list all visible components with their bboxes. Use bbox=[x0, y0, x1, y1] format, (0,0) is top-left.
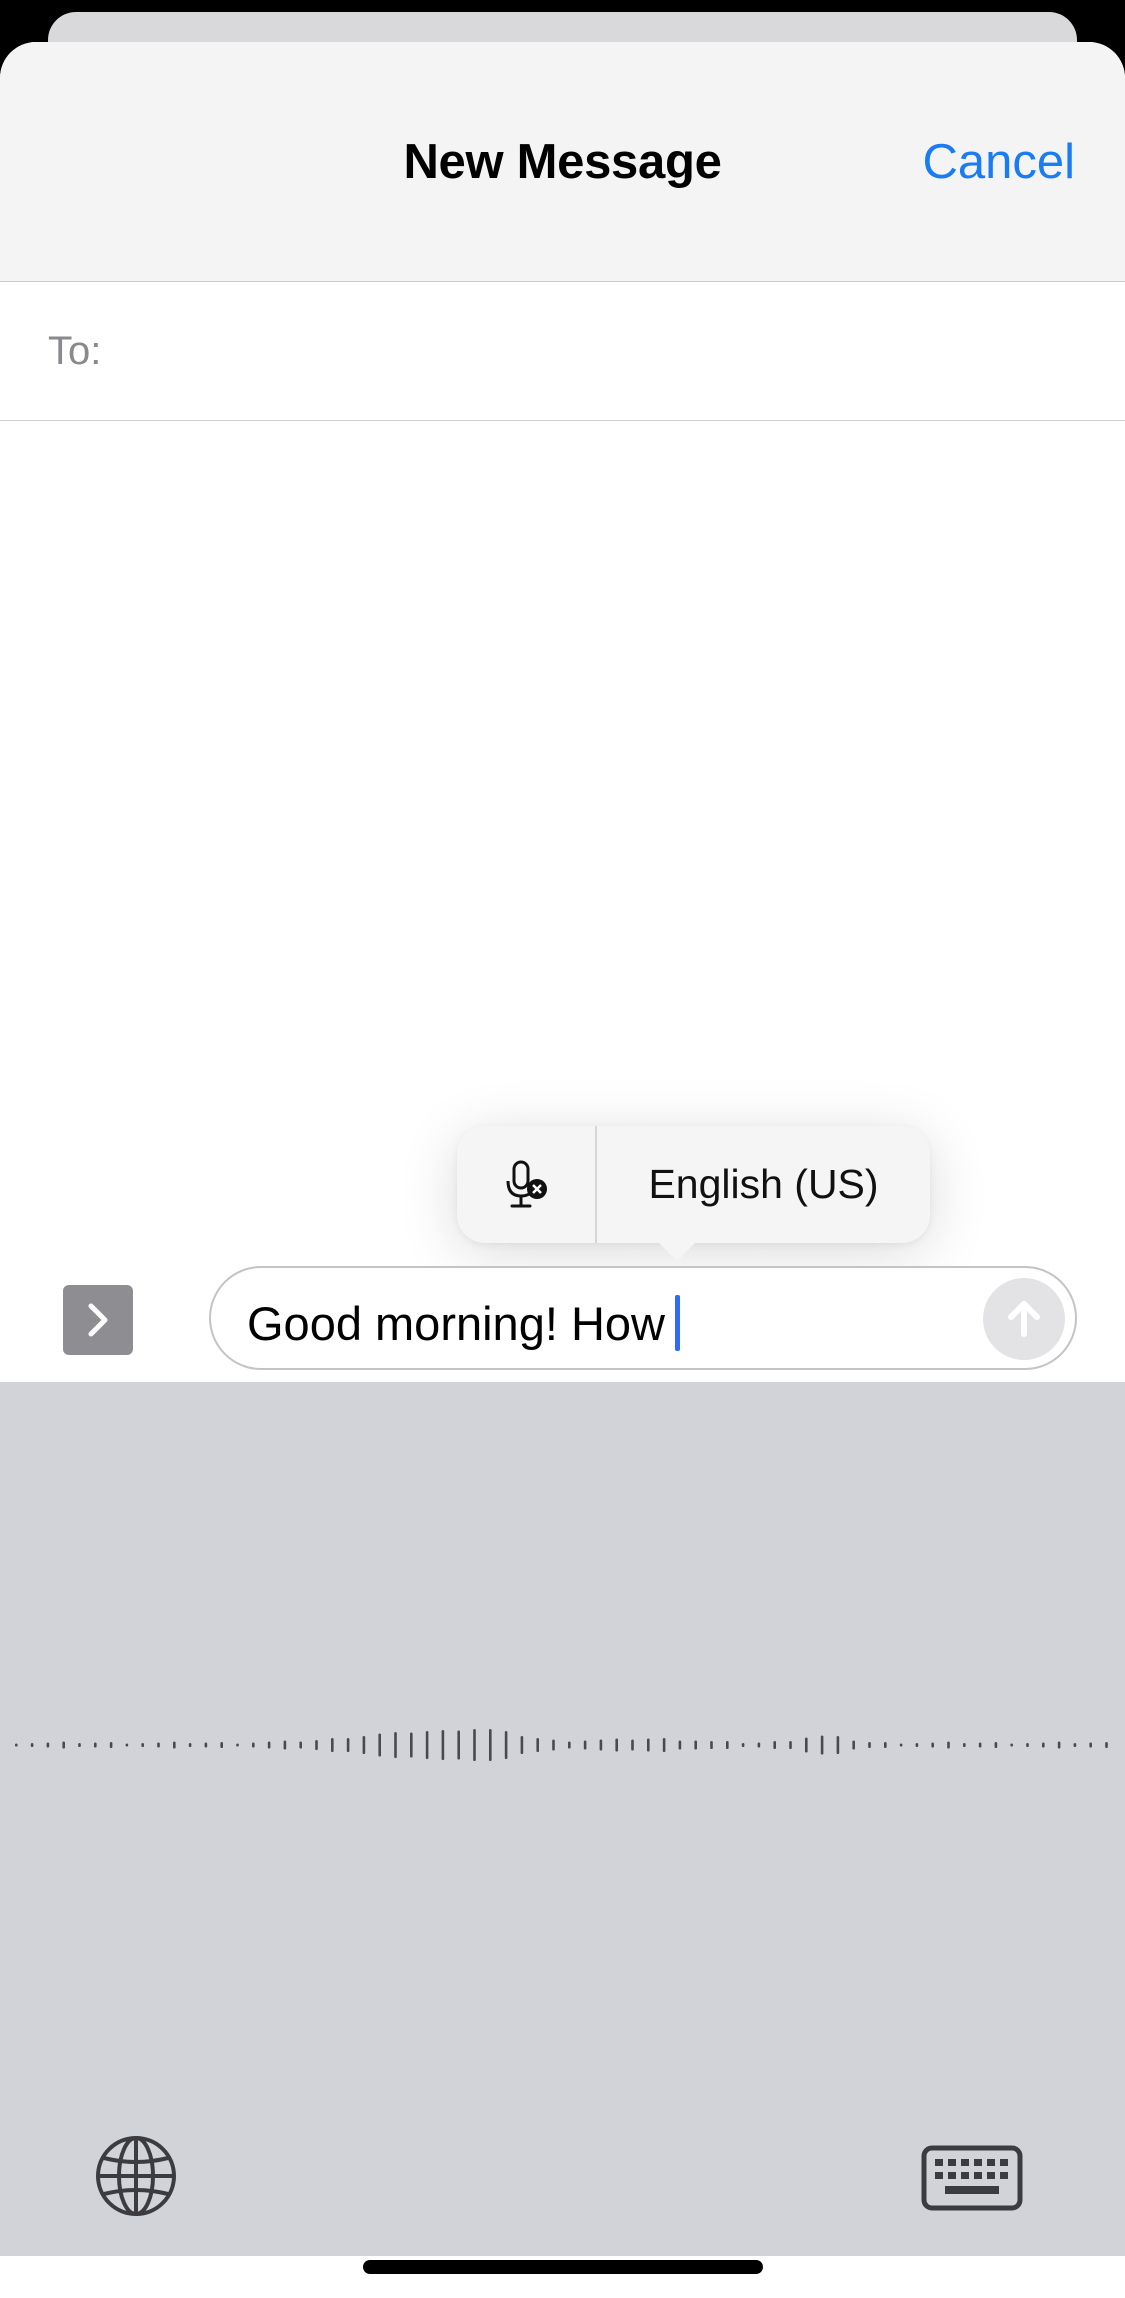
waveform-bar bbox=[1010, 1743, 1013, 1747]
waveform-bar bbox=[773, 1741, 776, 1749]
waveform-bar bbox=[963, 1743, 966, 1747]
message-input[interactable]: Good morning! How bbox=[209, 1266, 1077, 1370]
waveform-bar bbox=[78, 1743, 81, 1747]
waveform-bar bbox=[1105, 1742, 1108, 1748]
waveform-bar bbox=[473, 1729, 476, 1761]
to-label: To: bbox=[48, 329, 102, 373]
waveform-bar bbox=[678, 1740, 682, 1750]
waveform-bar bbox=[868, 1742, 871, 1748]
waveform-bar bbox=[852, 1740, 855, 1750]
home-indicator bbox=[363, 2260, 763, 2274]
waveform-bar bbox=[552, 1739, 555, 1751]
waveform-bar bbox=[741, 1743, 745, 1747]
waveform-bar bbox=[378, 1733, 381, 1757]
waveform-bar bbox=[425, 1731, 429, 1759]
waveform-bar bbox=[267, 1741, 271, 1749]
popup-pointer bbox=[655, 1239, 699, 1261]
waveform-bar bbox=[504, 1731, 508, 1759]
waveform-bar bbox=[662, 1738, 666, 1752]
waveform-bar bbox=[631, 1739, 634, 1751]
send-button[interactable] bbox=[983, 1278, 1065, 1360]
waveform-bar bbox=[978, 1742, 982, 1748]
keyboard-icon bbox=[921, 2145, 1023, 2211]
waveform-bar bbox=[520, 1736, 524, 1754]
expand-apps-button[interactable] bbox=[63, 1285, 133, 1355]
waveform-bar bbox=[173, 1741, 176, 1749]
waveform-bar bbox=[30, 1743, 34, 1747]
waveform-bar bbox=[1042, 1742, 1045, 1748]
dictation-keyboard bbox=[0, 1382, 1125, 2256]
dictation-language-button[interactable]: English (US) bbox=[597, 1126, 930, 1243]
waveform-bar bbox=[141, 1743, 144, 1747]
waveform-bar bbox=[188, 1743, 192, 1747]
waveform-bar bbox=[1089, 1742, 1092, 1748]
mic-slash-icon bbox=[506, 1160, 547, 1207]
waveform-bar bbox=[489, 1729, 492, 1761]
waveform-bar bbox=[394, 1732, 397, 1758]
waveform-bar bbox=[94, 1742, 97, 1748]
waveform-bar bbox=[647, 1738, 650, 1752]
waveform-bar bbox=[46, 1742, 50, 1748]
waveform-bar bbox=[62, 1741, 65, 1749]
stop-dictation-button[interactable] bbox=[457, 1126, 595, 1243]
waveform-bar bbox=[757, 1742, 761, 1748]
waveform-bar bbox=[583, 1740, 587, 1750]
navigation-bar: New Message Cancel bbox=[0, 42, 1125, 282]
waveform-bar bbox=[157, 1742, 160, 1748]
waveform-bar bbox=[299, 1741, 302, 1749]
chevron-right-icon bbox=[88, 1303, 108, 1337]
waveform-bar bbox=[789, 1741, 792, 1749]
recipient-row[interactable]: To: bbox=[0, 283, 1125, 421]
waveform-bar bbox=[315, 1740, 318, 1750]
waveform-bar bbox=[536, 1738, 539, 1752]
waveform-bar bbox=[252, 1742, 255, 1748]
waveform-bar bbox=[899, 1743, 903, 1747]
audio-waveform bbox=[15, 1729, 1108, 1761]
waveform-bar bbox=[1026, 1743, 1029, 1747]
waveform-bar bbox=[599, 1739, 603, 1751]
waveform-bar bbox=[283, 1740, 287, 1750]
recipient-input[interactable] bbox=[130, 313, 1090, 393]
waveform-bar bbox=[236, 1743, 239, 1747]
message-text: Good morning! How bbox=[247, 1296, 665, 1350]
waveform-bar bbox=[125, 1743, 129, 1747]
waveform-bar bbox=[947, 1741, 950, 1749]
cancel-button[interactable]: Cancel bbox=[922, 134, 1075, 190]
text-cursor bbox=[674, 1295, 680, 1351]
waveform-bar bbox=[820, 1735, 824, 1755]
waveform-bar bbox=[615, 1738, 618, 1752]
waveform-bar bbox=[441, 1730, 445, 1760]
dictation-popup: English (US) bbox=[457, 1126, 930, 1243]
waveform-bar bbox=[994, 1742, 998, 1748]
message-text-wrap: Good morning! How bbox=[247, 1295, 680, 1351]
waveform-bar bbox=[1073, 1743, 1077, 1747]
arrow-up-icon bbox=[1008, 1301, 1040, 1337]
waveform-bar bbox=[346, 1738, 350, 1752]
show-keyboard-button[interactable] bbox=[921, 2145, 1023, 2211]
waveform-bar bbox=[710, 1741, 713, 1749]
waveform-bar bbox=[1057, 1741, 1061, 1749]
waveform-bar bbox=[331, 1738, 334, 1752]
waveform-bar bbox=[410, 1732, 413, 1758]
waveform-bar bbox=[884, 1742, 887, 1748]
waveform-bar bbox=[15, 1743, 18, 1747]
globe-icon bbox=[96, 2136, 176, 2216]
waveform-bar bbox=[836, 1736, 840, 1754]
waveform-bar bbox=[568, 1741, 571, 1749]
globe-button[interactable] bbox=[94, 2134, 178, 2218]
waveform-bar bbox=[915, 1743, 919, 1747]
waveform-bar bbox=[694, 1740, 697, 1750]
waveform-bar bbox=[220, 1742, 223, 1748]
waveform-bar bbox=[204, 1742, 208, 1748]
waveform-bar bbox=[805, 1737, 808, 1753]
waveform-bar bbox=[362, 1736, 366, 1754]
waveform-bar bbox=[109, 1742, 113, 1748]
waveform-bar bbox=[726, 1741, 729, 1749]
waveform-bar bbox=[457, 1730, 460, 1760]
waveform-bar bbox=[931, 1742, 934, 1748]
